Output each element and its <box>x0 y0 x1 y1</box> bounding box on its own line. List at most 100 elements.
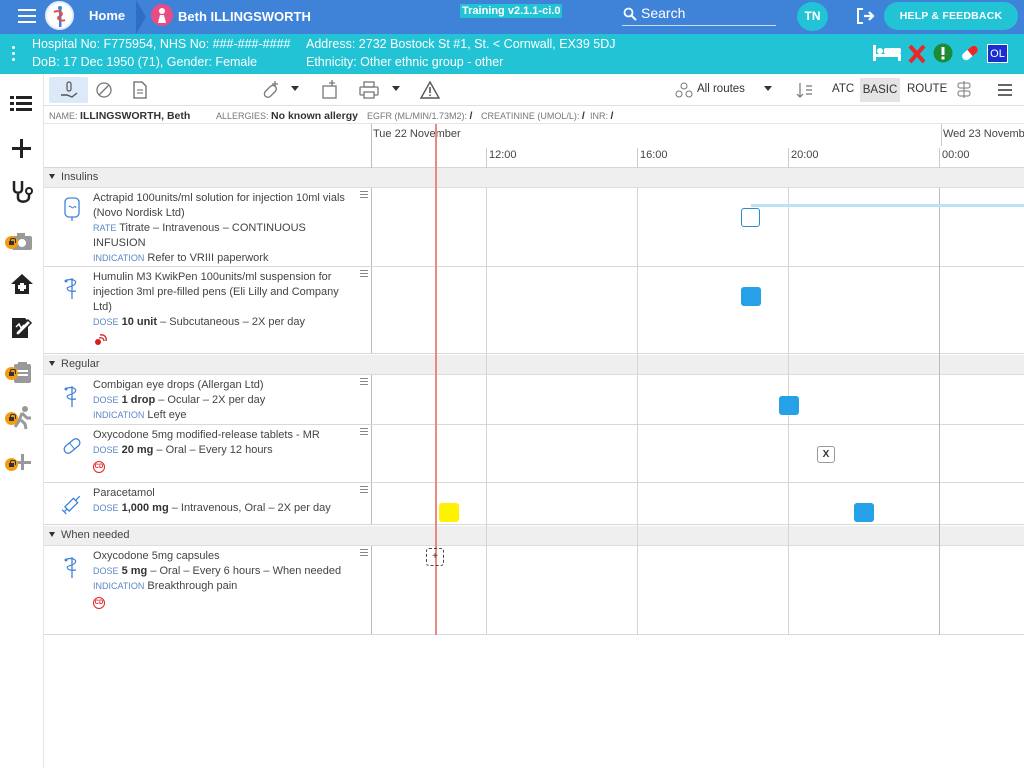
add-medication-icon[interactable] <box>260 78 282 102</box>
dose-value: 1 drop <box>121 394 156 406</box>
alert-icon[interactable] <box>933 43 953 63</box>
dose-value: 5 mg <box>121 565 148 577</box>
print-icon[interactable] <box>358 78 380 102</box>
indication-label: INDICATION <box>93 581 145 591</box>
medication-details[interactable]: Actrapid 100units/ml solution for inject… <box>44 188 372 266</box>
indication-label: INDICATION <box>93 253 145 263</box>
dose-marker-due[interactable] <box>854 503 874 522</box>
print-dropdown-icon[interactable] <box>392 86 400 91</box>
medication-row[interactable]: Actrapid 100units/ml solution for inject… <box>44 188 1024 267</box>
dose-marker-missed[interactable]: X <box>817 446 835 463</box>
patient-banner: Hospital No: F775954, NHS No: ###-###-##… <box>0 34 1024 74</box>
dose-value: 10 unit <box>121 316 158 328</box>
sort-icon[interactable] <box>795 78 815 102</box>
row-menu-icon[interactable] <box>360 428 368 437</box>
environment-badge: Training v2.1.1-ci.0 <box>460 4 563 18</box>
row-menu-icon[interactable] <box>360 549 368 558</box>
row-menu-icon[interactable] <box>360 378 368 387</box>
day-label: Tue 22 November <box>373 128 461 140</box>
creatinine-value: / <box>581 110 585 122</box>
more-options-icon[interactable] <box>12 46 16 64</box>
ol-badge[interactable]: OL <box>987 44 1008 63</box>
dose-marker-due[interactable] <box>741 287 761 306</box>
caduceus-icon <box>64 278 77 299</box>
discharge-walk-icon[interactable] <box>5 404 36 432</box>
edit-document-icon[interactable] <box>8 314 36 342</box>
add-medication-dropdown-icon[interactable] <box>291 86 299 91</box>
medication-row[interactable]: Paracetamol DOSE 1,000 mg – Intravenous,… <box>44 483 1024 525</box>
row-menu-icon[interactable] <box>360 270 368 279</box>
medication-name: Oxycodone 5mg modified-release tablets -… <box>93 429 320 441</box>
home-icon[interactable] <box>8 270 36 298</box>
add-icon[interactable] <box>8 135 36 163</box>
basic-view-button[interactable]: BASIC <box>860 78 900 102</box>
medication-name: Paracetamol <box>93 487 155 499</box>
search-label: Search <box>641 5 686 21</box>
order-set-icon[interactable] <box>320 78 340 102</box>
lock-icon <box>5 412 18 425</box>
medication-details[interactable]: Paracetamol DOSE 1,000 mg – Intravenous,… <box>44 483 372 524</box>
routes-dropdown-icon[interactable] <box>764 86 772 91</box>
camera-icon[interactable] <box>5 228 36 256</box>
medication-row[interactable]: Combigan eye drops (Allergan Ltd) DOSE 1… <box>44 375 1024 425</box>
dose-label: DOSE <box>93 395 119 405</box>
hour-label: 12:00 <box>486 148 517 168</box>
stethoscope-icon[interactable] <box>8 178 36 206</box>
egfr-label: EGFR (ML/MIN/1.73M2): <box>367 111 468 121</box>
egfr-value: / <box>469 110 473 122</box>
medication-pill-icon[interactable] <box>959 43 981 63</box>
list-view-icon[interactable] <box>8 90 36 118</box>
group-label: Regular <box>61 358 100 370</box>
medication-text: Paracetamol DOSE 1,000 mg – Intravenous,… <box>93 486 355 516</box>
search-box[interactable]: Search <box>622 4 776 26</box>
hand-pill-icon <box>61 81 78 98</box>
hamburger-menu-icon[interactable] <box>18 9 36 23</box>
collapse-icon[interactable] <box>49 174 55 179</box>
discontinued-icon[interactable] <box>94 78 114 102</box>
indication-text: Breakthrough pain <box>147 580 238 592</box>
dose-label: DOSE <box>93 566 119 576</box>
hour-gridline <box>637 188 638 635</box>
timeline-spacer <box>44 124 372 168</box>
no-resuscitation-icon[interactable] <box>908 44 926 64</box>
atc-view-button[interactable]: ATC <box>832 83 854 95</box>
collapse-icon[interactable] <box>49 532 55 537</box>
routes-filter-label[interactable]: All routes <box>697 83 745 95</box>
administration-view-button[interactable] <box>49 77 88 103</box>
medication-details[interactable]: Humulin M3 KwikPen 100units/ml suspensio… <box>44 267 372 353</box>
medication-details[interactable]: Oxycodone 5mg capsules DOSE 5 mg – Oral … <box>44 546 372 634</box>
medication-row[interactable]: Humulin M3 KwikPen 100units/ml suspensio… <box>44 267 1024 354</box>
warning-icon[interactable] <box>419 78 441 102</box>
group-header-insulins[interactable]: Insulins <box>44 168 1024 188</box>
collapse-icon[interactable] <box>49 361 55 366</box>
medication-row[interactable]: Oxycodone 5mg capsules DOSE 5 mg – Oral … <box>44 546 1024 635</box>
user-avatar[interactable]: TN <box>797 2 828 31</box>
lock-icon <box>5 236 18 249</box>
add-prn-dose-button[interactable]: + <box>426 548 444 566</box>
route-view-button[interactable]: ROUTE <box>907 83 947 95</box>
row-menu-icon[interactable] <box>360 486 368 495</box>
logout-icon[interactable] <box>856 8 876 24</box>
bed-icon[interactable] <box>872 43 902 63</box>
menu-icon[interactable] <box>996 78 1014 102</box>
document-icon[interactable] <box>132 78 148 102</box>
dose-marker-infusion[interactable] <box>741 208 760 227</box>
medication-text: Oxycodone 5mg capsules DOSE 5 mg – Oral … <box>93 549 355 609</box>
layout-icon[interactable] <box>954 78 974 102</box>
medication-details[interactable]: Oxycodone 5mg modified-release tablets -… <box>44 425 372 482</box>
group-header-when-needed[interactable]: When needed <box>44 526 1024 546</box>
medication-row[interactable]: Oxycodone 5mg modified-release tablets -… <box>44 425 1024 483</box>
clipboard-icon[interactable] <box>5 359 36 387</box>
row-menu-icon[interactable] <box>360 191 368 200</box>
rate-label: RATE <box>93 223 117 233</box>
dose-marker-due[interactable] <box>779 396 799 415</box>
help-feedback-button[interactable]: HELP & FEEDBACK <box>884 2 1018 30</box>
dose-marker-given[interactable] <box>439 503 459 522</box>
app-logo[interactable] <box>45 1 74 30</box>
medication-details[interactable]: Combigan eye drops (Allergan Ltd) DOSE 1… <box>44 375 372 424</box>
patient-name[interactable]: Beth ILLINGSWORTH <box>178 9 311 24</box>
group-header-regular[interactable]: Regular <box>44 355 1024 375</box>
add-item-icon[interactable] <box>5 450 36 478</box>
home-breadcrumb[interactable]: Home <box>82 0 144 34</box>
routes-filter-icon[interactable] <box>675 78 693 102</box>
